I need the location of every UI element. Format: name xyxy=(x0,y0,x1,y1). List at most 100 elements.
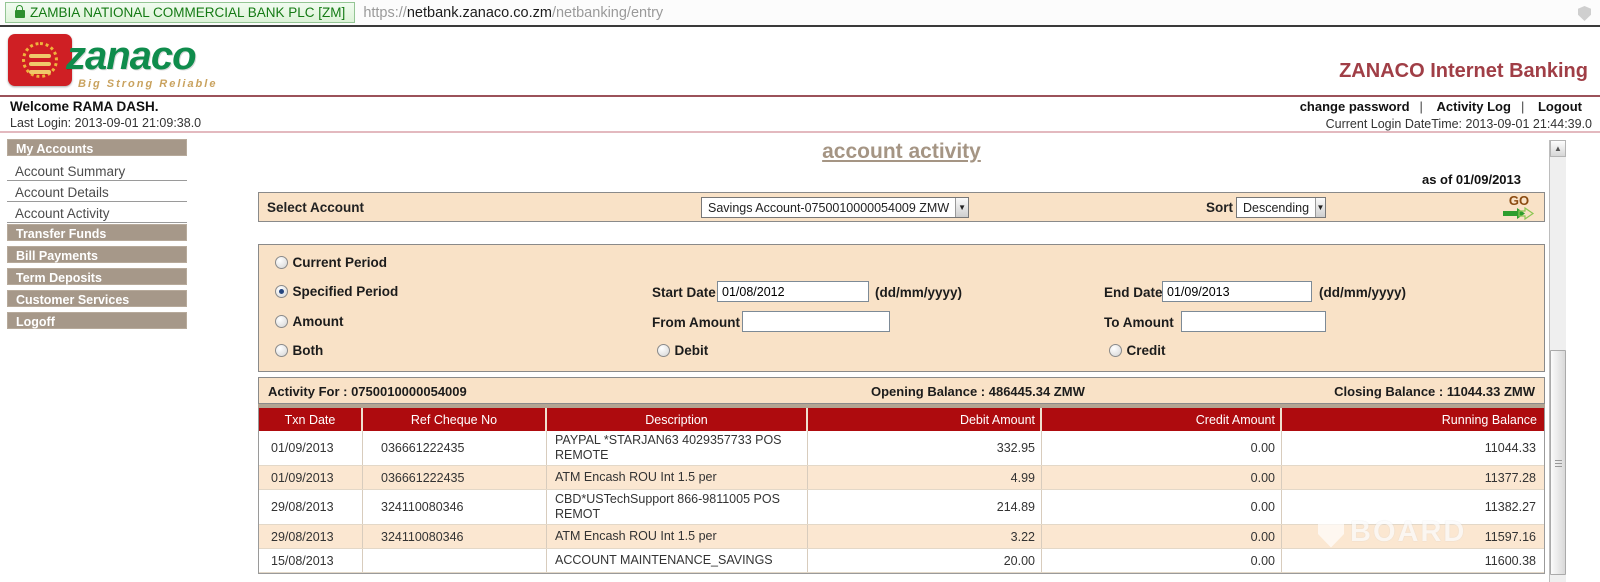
browser-address-bar[interactable]: ZAMBIA NATIONAL COMMERCIAL BANK PLC [ZM]… xyxy=(0,0,1600,27)
amount-label: Amount xyxy=(292,314,343,329)
sidebar-item-term-deposits[interactable]: Term Deposits xyxy=(7,268,187,285)
account-select-value: Savings Account-0750010000054009 ZMW xyxy=(702,198,955,217)
balance-cell: 11044.33 xyxy=(1282,431,1542,465)
shield-icon xyxy=(1578,6,1591,21)
sidebar-item-transfer-funds[interactable]: Transfer Funds xyxy=(7,224,187,241)
change-password-link[interactable]: change password xyxy=(1300,99,1410,114)
sidebar-item-my-accounts[interactable]: My Accounts xyxy=(7,139,187,156)
sidebar-nav: My Accounts Account Summary Account Deta… xyxy=(7,139,187,334)
credit-radio[interactable] xyxy=(1109,344,1122,357)
both-label: Both xyxy=(292,343,323,358)
transactions-table: Txn Date Ref Cheque No Description Debit… xyxy=(258,408,1545,574)
ref-cell: 036661222435 xyxy=(363,431,547,465)
credit-cell: 0.00 xyxy=(1042,431,1282,465)
activity-summary-bar: Activity For : 0750010000054009 Opening … xyxy=(258,377,1545,404)
logo-text: zanaco xyxy=(66,34,217,78)
specified-period-radio[interactable] xyxy=(275,285,288,298)
ref-cell xyxy=(363,549,547,572)
credit-cell: 0.00 xyxy=(1042,549,1282,572)
pipe-separator: | xyxy=(1420,99,1423,114)
zanaco-logo-emblem xyxy=(8,34,72,86)
url-text[interactable]: https://netbank.zanaco.co.zm/netbanking/… xyxy=(363,5,663,21)
logout-link[interactable]: Logout xyxy=(1538,99,1582,114)
debit-cell: 4.99 xyxy=(808,466,1042,489)
sidebar-item-logoff[interactable]: Logoff xyxy=(7,312,187,329)
table-row[interactable]: 29/08/2013 324110080346 CBD*USTechSuppor… xyxy=(259,490,1544,525)
balance-cell: 11600.38 xyxy=(1282,549,1542,572)
table-row[interactable]: 01/09/2013 036661222435 PAYPAL *STARJAN6… xyxy=(259,431,1544,466)
sort-label: Sort xyxy=(1206,193,1233,223)
sort-select-value: Descending xyxy=(1237,198,1315,217)
from-amount-input[interactable] xyxy=(742,311,890,332)
scrollbar-thumb[interactable] xyxy=(1550,350,1566,575)
description-cell: PAYPAL *STARJAN63 4029357733 POS REMOTE xyxy=(547,431,808,465)
debit-cell: 3.22 xyxy=(808,525,1042,548)
to-amount-input[interactable] xyxy=(1181,311,1326,332)
col-header-debit: Debit Amount xyxy=(808,408,1042,431)
table-body: 01/09/2013 036661222435 PAYPAL *STARJAN6… xyxy=(259,431,1544,573)
txn-date-cell: 01/09/2013 xyxy=(259,431,363,465)
go-arrow-icon xyxy=(1503,207,1535,220)
ref-cell: 324110080346 xyxy=(363,490,547,524)
description-cell: ATM Encash ROU Int 1.5 per xyxy=(547,466,808,489)
end-date-input[interactable] xyxy=(1162,281,1312,302)
table-row[interactable]: 01/09/2013 036661222435 ATM Encash ROU I… xyxy=(259,466,1544,490)
credit-cell: 0.00 xyxy=(1042,466,1282,489)
go-button[interactable]: GO xyxy=(1502,194,1536,225)
credit-label: Credit xyxy=(1126,343,1165,358)
description-cell: ATM Encash ROU Int 1.5 per xyxy=(547,525,808,548)
txn-date-cell: 29/08/2013 xyxy=(259,490,363,524)
sidebar-item-customer-services[interactable]: Customer Services xyxy=(7,290,187,307)
debit-label: Debit xyxy=(674,343,708,358)
table-row[interactable]: 15/08/2013 ACCOUNT MAINTENANCE_SAVINGS 2… xyxy=(259,549,1544,573)
page-title: account activity xyxy=(258,140,1545,164)
sidebar-item-account-summary[interactable]: Account Summary xyxy=(7,161,187,181)
amount-radio[interactable] xyxy=(275,315,288,328)
balance-cell: 11382.27 xyxy=(1282,490,1542,524)
col-header-ref-cheque: Ref Cheque No xyxy=(363,408,547,431)
debit-radio[interactable] xyxy=(657,344,670,357)
account-select[interactable]: Savings Account-0750010000054009 ZMW ▼ xyxy=(701,197,969,218)
scroll-up-arrow-icon[interactable]: ▲ xyxy=(1550,140,1566,157)
balance-cell: 11377.28 xyxy=(1282,466,1542,489)
specified-period-label: Specified Period xyxy=(292,284,398,299)
zanaco-logo: zanaco Big Strong Reliable xyxy=(8,34,217,90)
welcome-message: Welcome RAMA DASH. xyxy=(10,99,201,114)
col-header-description: Description xyxy=(547,408,808,431)
balance-cell: 11597.16 xyxy=(1282,525,1542,548)
description-cell: ACCOUNT MAINTENANCE_SAVINGS xyxy=(547,549,808,572)
sort-select[interactable]: Descending ▼ xyxy=(1236,197,1326,218)
sidebar-item-bill-payments[interactable]: Bill Payments xyxy=(7,246,187,263)
credit-cell: 0.00 xyxy=(1042,490,1282,524)
current-period-label: Current Period xyxy=(292,255,387,270)
sidebar-item-account-activity[interactable]: Account Activity xyxy=(7,203,187,223)
debit-cell: 20.00 xyxy=(808,549,1042,572)
chevron-down-icon[interactable]: ▼ xyxy=(955,198,968,217)
url-path: /netbanking/entry xyxy=(552,5,663,21)
credit-cell: 0.00 xyxy=(1042,525,1282,548)
last-login: Last Login: 2013-09-01 21:09:38.0 xyxy=(10,116,201,130)
chevron-down-icon[interactable]: ▼ xyxy=(1315,198,1325,217)
portal-title: ZANACO Internet Banking xyxy=(1339,60,1588,83)
url-domain: netbank.zanaco.co.zm xyxy=(407,5,552,21)
main-content: account activity as of 01/09/2013 Select… xyxy=(258,140,1545,582)
debit-cell: 214.89 xyxy=(808,490,1042,524)
lock-icon xyxy=(15,10,25,18)
table-row[interactable]: 29/08/2013 324110080346 ATM Encash ROU I… xyxy=(259,525,1544,549)
activity-log-link[interactable]: Activity Log xyxy=(1437,99,1511,114)
end-date-label: End Date xyxy=(1104,285,1163,300)
ev-certificate-badge[interactable]: ZAMBIA NATIONAL COMMERCIAL BANK PLC [ZM] xyxy=(5,2,355,23)
activity-for: Activity For : 0750010000054009 xyxy=(268,378,467,405)
closing-balance: Closing Balance : 11044.33 ZMW xyxy=(1334,378,1535,405)
both-radio[interactable] xyxy=(275,344,288,357)
sidebar-item-account-details[interactable]: Account Details xyxy=(7,182,187,202)
current-period-radio[interactable] xyxy=(275,256,288,269)
vertical-scrollbar[interactable]: ▲ xyxy=(1549,140,1566,582)
description-cell: CBD*USTechSupport 866-9811005 POS REMOT xyxy=(547,490,808,524)
start-date-input[interactable] xyxy=(717,281,869,302)
url-scheme: https:// xyxy=(363,5,407,21)
links-block: change password| Activity Log| Logout Cu… xyxy=(1290,99,1592,131)
gear-icon xyxy=(22,42,58,78)
current-login: Current Login DateTime: 2013-09-01 21:44… xyxy=(1290,117,1592,131)
select-account-bar: Select Account Savings Account-075001000… xyxy=(258,192,1545,222)
